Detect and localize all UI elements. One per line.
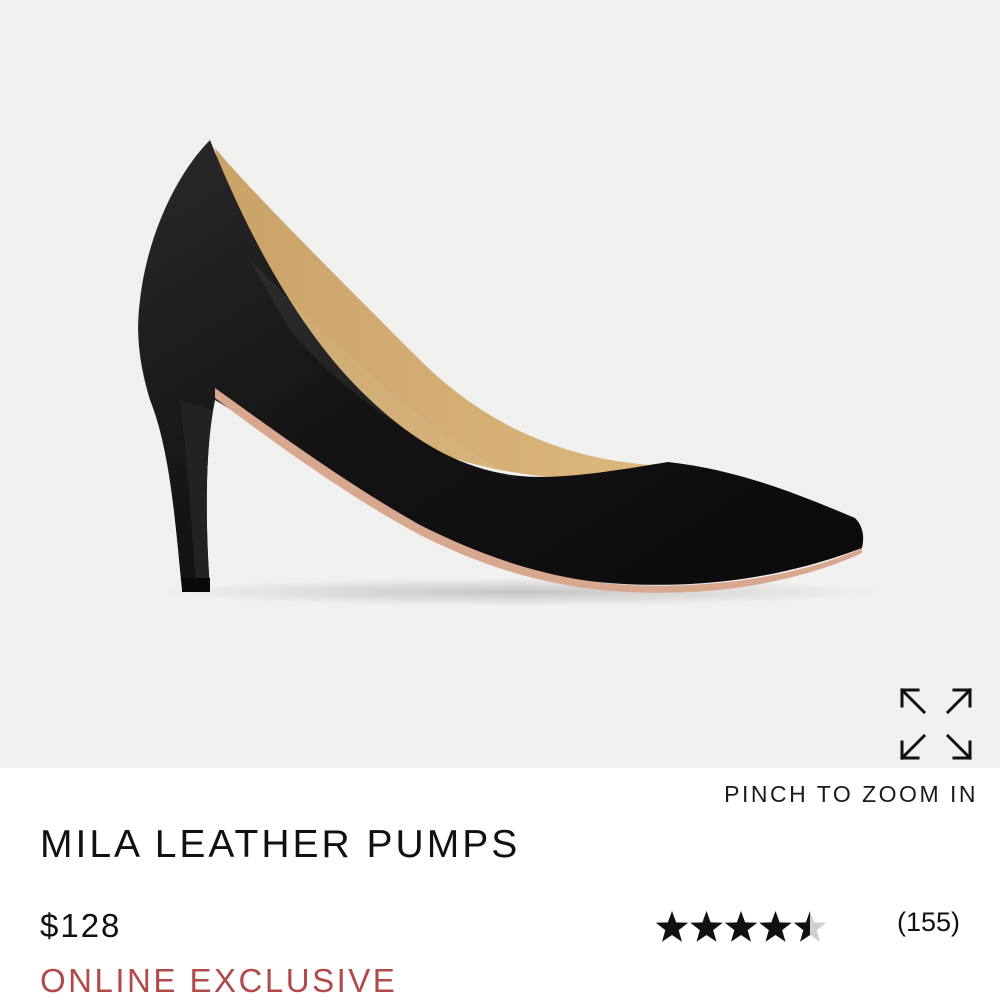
shoe-image	[138, 140, 880, 606]
expand-arrows-icon[interactable]	[896, 684, 976, 764]
review-count-link[interactable]: (155)	[897, 907, 960, 938]
star-filled-icon	[759, 911, 792, 942]
rating-stars-icon	[655, 911, 827, 942]
product-price: $128	[40, 907, 122, 944]
star-filled-icon	[690, 911, 723, 942]
product-image[interactable]	[0, 0, 1000, 768]
star-filled-icon	[724, 911, 758, 942]
online-exclusive-badge: ONLINE EXCLUSIVE	[40, 962, 398, 999]
star-filled-icon	[655, 911, 689, 942]
product-detail-screen: PINCH TO ZOOM IN MILA LEATHER PUMPS $128…	[0, 0, 1000, 1000]
star-rating[interactable]	[655, 906, 827, 950]
zoom-hint-label: PINCH TO ZOOM IN	[724, 781, 978, 807]
product-title: MILA LEATHER PUMPS	[40, 823, 521, 866]
